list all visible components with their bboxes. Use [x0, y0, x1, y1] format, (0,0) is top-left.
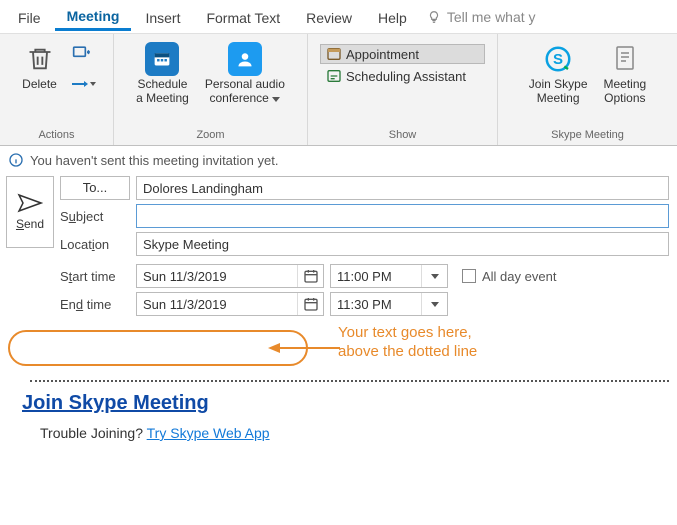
end-time-picker[interactable]: 11:30 PM — [330, 292, 448, 316]
tab-meeting[interactable]: Meeting — [55, 2, 132, 31]
tab-file[interactable]: File — [6, 4, 53, 30]
send-button[interactable]: Send — [6, 176, 54, 248]
arrow-icon — [268, 341, 340, 355]
start-time-picker[interactable]: 11:00 PM — [330, 264, 448, 288]
schedule-label: Schedule a Meeting — [136, 78, 189, 106]
appointment-button[interactable]: Appointment — [320, 44, 485, 64]
location-label: Location — [60, 237, 130, 252]
join-skype-label: Join Skype Meeting — [529, 78, 588, 106]
group-actions: Delete Actions — [0, 34, 114, 145]
location-field[interactable] — [136, 232, 669, 256]
join-skype-meeting-link[interactable]: Join Skype Meeting — [22, 392, 209, 414]
start-date-picker[interactable]: Sun 11/3/2019 — [136, 264, 324, 288]
send-label: Send — [16, 217, 44, 231]
meeting-form: Send To... Subject Location Start time S… — [0, 174, 677, 320]
message-body[interactable]: Join Skype Meeting Trouble Joining? Try … — [0, 388, 677, 451]
subject-field[interactable] — [136, 204, 669, 228]
start-date-value: Sun 11/3/2019 — [137, 269, 297, 284]
person-icon — [228, 42, 262, 76]
schedule-meeting-button[interactable]: Schedule a Meeting — [128, 38, 197, 106]
chevron-down-icon — [421, 293, 447, 315]
group-zoom-title: Zoom — [196, 127, 224, 143]
meeting-options-button[interactable]: Meeting Options — [596, 38, 655, 106]
checkbox-icon — [462, 269, 476, 283]
end-date-picker[interactable]: Sun 11/3/2019 — [136, 292, 324, 316]
group-show-title: Show — [389, 127, 417, 143]
ribbon: Delete Actions Schedule — [0, 34, 677, 146]
tell-me[interactable]: Tell me what y — [427, 9, 536, 25]
end-time-value: 11:30 PM — [331, 297, 421, 312]
tab-insert[interactable]: Insert — [133, 4, 192, 30]
tab-review[interactable]: Review — [294, 4, 364, 30]
trouble-joining: Trouble Joining? Try Skype Web App — [22, 425, 655, 441]
calendar-picker-icon — [297, 293, 323, 315]
appointment-icon — [326, 46, 342, 62]
forward-icon — [71, 42, 93, 64]
to-field[interactable] — [136, 176, 669, 200]
info-text: You haven't sent this meeting invitation… — [30, 153, 278, 168]
callout-box — [8, 330, 308, 366]
tab-format-text[interactable]: Format Text — [194, 4, 292, 30]
arrow-dropdown-icon — [68, 78, 96, 92]
to-button[interactable]: To... — [60, 176, 130, 200]
try-skype-web-app-link[interactable]: Try Skype Web App — [147, 425, 270, 441]
chevron-down-icon — [421, 265, 447, 287]
delete-button[interactable]: Delete — [14, 38, 65, 92]
group-actions-title: Actions — [38, 127, 74, 143]
chevron-down-icon — [272, 97, 280, 102]
info-icon — [8, 152, 24, 168]
calendar-picker-icon — [297, 265, 323, 287]
scheduling-assistant-button[interactable]: Scheduling Assistant — [320, 66, 485, 86]
start-time-value: 11:00 PM — [331, 269, 421, 284]
lightbulb-icon — [427, 10, 441, 24]
forward-button[interactable] — [65, 38, 99, 92]
svg-text:S: S — [553, 51, 563, 68]
join-skype-button[interactable]: S Join Skype Meeting — [521, 38, 596, 106]
end-date-value: Sun 11/3/2019 — [137, 297, 297, 312]
document-icon — [608, 42, 642, 76]
audio-label: Personal audio conference — [205, 78, 285, 106]
group-skype-title: Skype Meeting — [551, 127, 624, 143]
tell-me-label: Tell me what y — [447, 9, 536, 25]
group-skype: S Join Skype Meeting Meeting Options Sky… — [498, 34, 677, 145]
send-icon — [17, 193, 43, 213]
personal-audio-button[interactable]: Personal audio conference — [197, 38, 293, 106]
ribbon-tabs: File Meeting Insert Format Text Review H… — [0, 0, 677, 34]
start-time-label: Start time — [60, 269, 130, 284]
calendar-icon — [145, 42, 179, 76]
skype-icon: S — [541, 42, 575, 76]
end-time-label: End time — [60, 297, 130, 312]
group-show: Appointment Scheduling Assistant Show — [308, 34, 498, 145]
annotation-callout: Your text goes here, above the dotted li… — [0, 320, 677, 380]
callout-text: Your text goes here, above the dotted li… — [338, 324, 477, 362]
delete-label: Delete — [22, 78, 57, 92]
scheduling-label: Scheduling Assistant — [346, 69, 466, 84]
appointment-label: Appointment — [346, 47, 419, 62]
dotted-separator — [30, 380, 669, 382]
scheduling-icon — [326, 68, 342, 84]
meeting-options-label: Meeting Options — [604, 78, 647, 106]
tab-help[interactable]: Help — [366, 4, 419, 30]
all-day-label: All day event — [482, 269, 556, 284]
subject-label: Subject — [60, 209, 130, 224]
group-zoom: Schedule a Meeting Personal audio confer… — [114, 34, 308, 145]
trash-icon — [23, 42, 57, 76]
info-bar: You haven't sent this meeting invitation… — [0, 146, 677, 174]
all-day-checkbox[interactable]: All day event — [462, 269, 556, 284]
